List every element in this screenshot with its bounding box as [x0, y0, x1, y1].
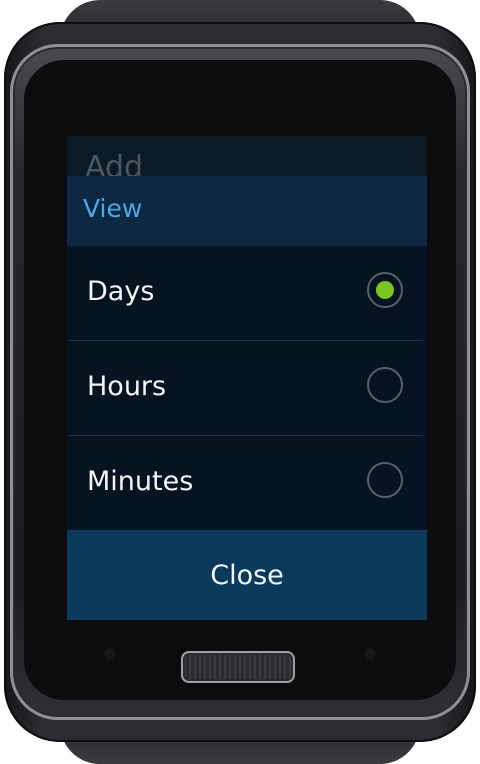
close-button-label: Close: [210, 559, 284, 591]
option-list: Days Hours Minutes: [69, 246, 423, 530]
radio-unselected-icon[interactable]: [367, 367, 403, 403]
option-label: Minutes: [87, 466, 194, 497]
sensor-dot-left: [104, 648, 116, 660]
option-label: Days: [87, 276, 155, 307]
smartwatch-device: Add View Days Hours Minutes Close: [0, 0, 480, 764]
radio-selected-icon[interactable]: [367, 272, 403, 308]
watch-screen: Add View Days Hours Minutes Close: [67, 136, 427, 620]
close-button[interactable]: Close: [67, 530, 427, 620]
dialog-header: View: [67, 176, 427, 246]
option-days[interactable]: Days: [69, 246, 423, 341]
view-dialog: View Days Hours Minutes Close: [67, 176, 427, 620]
sensor-dot-right: [364, 648, 376, 660]
dialog-title: View: [83, 194, 143, 223]
option-minutes[interactable]: Minutes: [69, 436, 423, 530]
hardware-home-button[interactable]: [181, 651, 295, 683]
option-hours[interactable]: Hours: [69, 341, 423, 436]
option-label: Hours: [87, 371, 167, 402]
radio-unselected-icon[interactable]: [367, 462, 403, 498]
